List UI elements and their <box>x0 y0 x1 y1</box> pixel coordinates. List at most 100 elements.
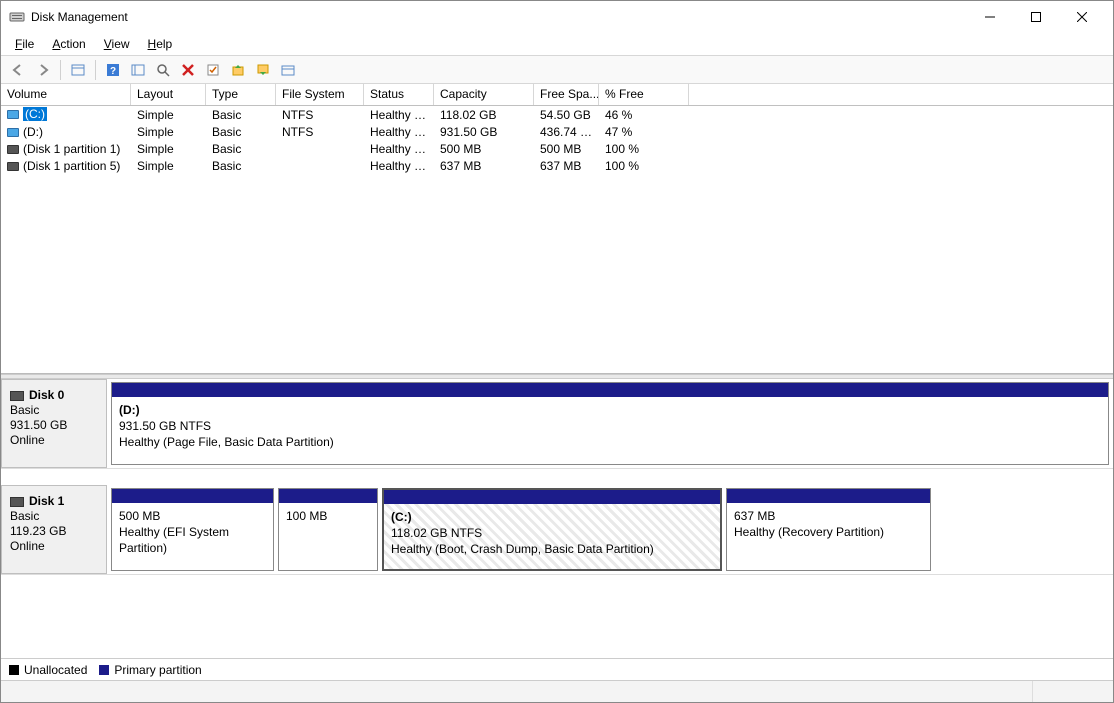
partition-header <box>384 490 720 504</box>
partition-block[interactable]: (C:) 118.02 GB NTFS Healthy (Boot, Crash… <box>382 488 722 571</box>
status-cell <box>1 681 1033 702</box>
settings-button[interactable] <box>127 59 149 81</box>
partition-block[interactable]: 637 MB Healthy (Recovery Partition) <box>726 488 931 571</box>
extend-button[interactable] <box>227 59 249 81</box>
swatch-icon <box>9 665 19 675</box>
refresh-button[interactable] <box>277 59 299 81</box>
partition-header <box>112 383 1108 397</box>
volume-rows: (C:) Simple Basic NTFS Healthy (B... 118… <box>1 106 1113 373</box>
partition-size: 118.02 GB NTFS <box>391 526 482 540</box>
volume-pct: 100 % <box>599 159 689 173</box>
partition-header <box>279 489 377 503</box>
volume-pct: 46 % <box>599 108 689 122</box>
partition-header <box>112 489 273 503</box>
volume-pct: 47 % <box>599 125 689 139</box>
volume-free: 436.74 GB <box>534 125 599 139</box>
menu-action[interactable]: Action <box>44 35 93 53</box>
partition-block[interactable]: 500 MB Healthy (EFI System Partition) <box>111 488 274 571</box>
toolbar-separator <box>95 60 96 80</box>
titlebar: Disk Management <box>1 1 1113 33</box>
disk-name: Disk 1 <box>29 494 64 508</box>
column-headers: Volume Layout Type File System Status Ca… <box>1 84 1113 106</box>
close-button[interactable] <box>1059 1 1105 33</box>
partition-icon <box>7 162 19 171</box>
properties-button[interactable] <box>202 59 224 81</box>
volume-status: Healthy (R... <box>364 159 434 173</box>
volume-row[interactable]: (D:) Simple Basic NTFS Healthy (P... 931… <box>1 123 1113 140</box>
app-icon <box>9 9 25 25</box>
disk-name: Disk 0 <box>29 388 64 402</box>
col-volume[interactable]: Volume <box>1 84 131 105</box>
statusbar <box>1 680 1113 702</box>
partition-header <box>727 489 930 503</box>
swatch-icon <box>99 665 109 675</box>
toolbar-separator <box>60 60 61 80</box>
legend-unallocated: Unallocated <box>9 663 87 677</box>
volume-free: 54.50 GB <box>534 108 599 122</box>
volume-row[interactable]: (Disk 1 partition 5) Simple Basic Health… <box>1 157 1113 174</box>
volume-layout: Simple <box>131 108 206 122</box>
partition-block[interactable]: (D:) 931.50 GB NTFS Healthy (Page File, … <box>111 382 1109 465</box>
find-button[interactable] <box>152 59 174 81</box>
volume-capacity: 118.02 GB <box>434 108 534 122</box>
volume-status: Healthy (E... <box>364 142 434 156</box>
col-pctfree[interactable]: % Free <box>599 84 689 105</box>
col-status[interactable]: Status <box>364 84 434 105</box>
partition-size: 500 MB <box>119 509 160 523</box>
show-hide-button[interactable] <box>67 59 89 81</box>
col-type[interactable]: Type <box>206 84 276 105</box>
disk-row: Disk 0 Basic 931.50 GB Online (D:) 931.5… <box>1 379 1113 469</box>
volume-type: Basic <box>206 125 276 139</box>
partition-status: Healthy (Recovery Partition) <box>734 525 884 539</box>
partition-size: 637 MB <box>734 509 775 523</box>
menu-help[interactable]: Help <box>140 35 181 53</box>
volume-status: Healthy (B... <box>364 108 434 122</box>
disk-row: Disk 1 Basic 119.23 GB Online 500 MB Hea… <box>1 485 1113 575</box>
disk-label[interactable]: Disk 1 Basic 119.23 GB Online <box>1 485 107 574</box>
volume-name: (D:) <box>23 125 43 139</box>
partitions: 500 MB Healthy (EFI System Partition) 10… <box>107 485 1113 574</box>
volume-fs: NTFS <box>276 125 364 139</box>
drive-icon <box>7 128 19 137</box>
col-capacity[interactable]: Capacity <box>434 84 534 105</box>
drive-icon <box>7 110 19 119</box>
partition-size: 100 MB <box>286 509 327 523</box>
volume-capacity: 931.50 GB <box>434 125 534 139</box>
volume-row[interactable]: (C:) Simple Basic NTFS Healthy (B... 118… <box>1 106 1113 123</box>
volume-type: Basic <box>206 142 276 156</box>
svg-text:?: ? <box>110 66 116 77</box>
minimize-button[interactable] <box>967 1 1013 33</box>
disk-size: 119.23 GB <box>10 524 98 538</box>
disk-icon <box>10 391 24 401</box>
disk-type: Basic <box>10 509 98 523</box>
volume-layout: Simple <box>131 125 206 139</box>
col-filesystem[interactable]: File System <box>276 84 364 105</box>
back-button[interactable] <box>7 59 29 81</box>
menu-file[interactable]: File <box>7 35 42 53</box>
volume-name: (Disk 1 partition 1) <box>23 142 120 156</box>
legend-primary: Primary partition <box>99 663 201 677</box>
volume-name: (C:) <box>23 107 47 121</box>
help-button[interactable]: ? <box>102 59 124 81</box>
volume-status: Healthy (P... <box>364 125 434 139</box>
partitions: (D:) 931.50 GB NTFS Healthy (Page File, … <box>107 379 1113 468</box>
disk-label[interactable]: Disk 0 Basic 931.50 GB Online <box>1 379 107 468</box>
legend: Unallocated Primary partition <box>1 658 1113 680</box>
forward-button[interactable] <box>32 59 54 81</box>
volume-layout: Simple <box>131 142 206 156</box>
volume-type: Basic <box>206 108 276 122</box>
volume-capacity: 500 MB <box>434 142 534 156</box>
delete-button[interactable] <box>177 59 199 81</box>
col-freespace[interactable]: Free Spa... <box>534 84 599 105</box>
volume-row[interactable]: (Disk 1 partition 1) Simple Basic Health… <box>1 140 1113 157</box>
col-layout[interactable]: Layout <box>131 84 206 105</box>
disk-pane: Disk 0 Basic 931.50 GB Online (D:) 931.5… <box>1 379 1113 658</box>
menu-view[interactable]: View <box>96 35 138 53</box>
shrink-button[interactable] <box>252 59 274 81</box>
partition-icon <box>7 145 19 154</box>
partition-block[interactable]: 100 MB <box>278 488 378 571</box>
disk-icon <box>10 497 24 507</box>
disk-size: 931.50 GB <box>10 418 98 432</box>
maximize-button[interactable] <box>1013 1 1059 33</box>
partition-title: (D:) <box>119 403 140 417</box>
